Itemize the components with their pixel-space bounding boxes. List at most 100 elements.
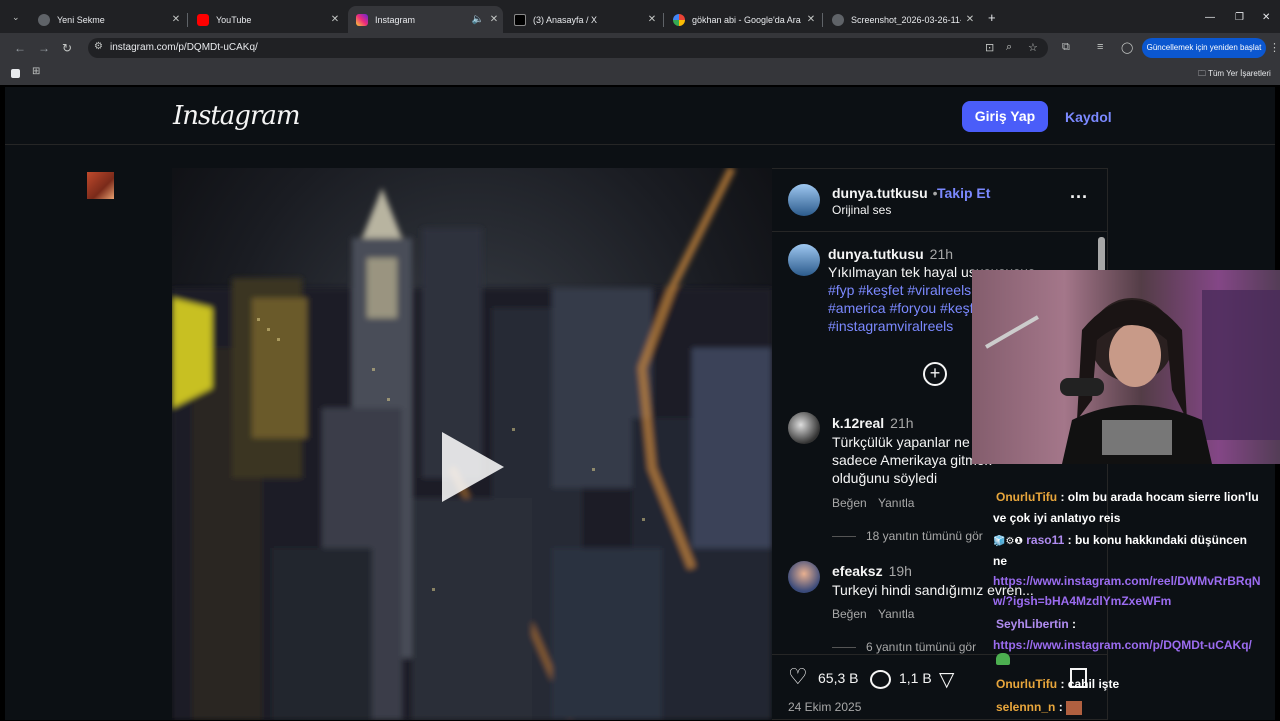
author-username-text: dunya.tutkusu: [832, 185, 928, 201]
comment-time: 19h: [888, 563, 912, 579]
close-icon[interactable]: ✕: [326, 14, 344, 25]
chat-link[interactable]: https://www.instagram.com/p/DQMDt-uCAKq/: [993, 635, 1252, 655]
emote-icon: [1066, 700, 1083, 715]
minimize-icon[interactable]: —: [1205, 12, 1215, 23]
comment-reply-button[interactable]: Yanıtla: [878, 607, 914, 621]
chat-text: ne: [993, 554, 1008, 568]
profile-icon[interactable]: ◯: [1121, 41, 1133, 54]
load-more-comments-icon[interactable]: +: [923, 362, 947, 386]
chat-message: 🧊⚙❶ raso11 : bu konu hakkındaki düşüncen: [993, 530, 1247, 552]
chat-link[interactable]: https://www.instagram.com/reel/DWMvRrBRq…: [993, 571, 1261, 591]
tab-new-tab[interactable]: Yeni Sekme ✕: [30, 9, 185, 30]
stream-chat: OnurluTifu : olm bu arada hocam sierre l…: [972, 465, 1280, 720]
commenter-avatar[interactable]: [788, 412, 820, 444]
comment-text: sadece Amerikaya gitmek: [832, 452, 992, 468]
chrome-icon: [38, 13, 50, 26]
chat-message: OnurluTifu : cahil işte: [996, 674, 1119, 694]
login-button[interactable]: Giriş Yap: [962, 101, 1048, 132]
close-icon[interactable]: ✕: [643, 14, 661, 25]
comment-like-button[interactable]: Beğen: [832, 496, 867, 510]
forward-icon[interactable]: →: [38, 41, 50, 55]
chat-username: SeyhLibertin: [996, 617, 1069, 631]
chat-text: : bu konu hakkındaki düşüncen: [1067, 533, 1247, 547]
apps-grid-icon[interactable]: ⊞: [32, 66, 40, 77]
view-replies-button[interactable]: 18 yanıtın tümünü gör: [866, 529, 983, 543]
update-button[interactable]: Güncellemek için yeniden başlat: [1142, 38, 1266, 58]
hashtags-line-3[interactable]: #instagramviralreels: [828, 317, 953, 335]
caption-username-text: dunya.tutkusu: [828, 246, 924, 262]
comment-username[interactable]: k.12real 21h: [832, 415, 914, 431]
comment-text: olduğunu söyledi: [832, 470, 938, 486]
signup-link[interactable]: Kaydol: [1065, 109, 1112, 125]
more-options-icon[interactable]: ···: [1070, 187, 1088, 208]
bookmarks-bar: ⊞ 🗀 Tüm Yer İşaretleri: [0, 63, 1280, 85]
tab-screenshot[interactable]: Screenshot_2026-03-26-11-20 ✕: [824, 9, 979, 30]
close-window-icon[interactable]: ✕: [1262, 12, 1270, 23]
chat-text: :: [1072, 617, 1077, 631]
comment-username-text: efeaksz: [832, 563, 883, 579]
chat-text: : olm bu arada hocam sierre lion'lu: [1060, 490, 1259, 504]
like-count[interactable]: 65,3 B: [818, 670, 858, 686]
menu-icon[interactable]: ⋮: [1269, 41, 1280, 54]
post-date: 24 Ekim 2025: [788, 700, 862, 714]
back-icon[interactable]: ←: [14, 41, 26, 55]
chat-username: OnurluTifu: [996, 490, 1058, 504]
caption-avatar[interactable]: [788, 244, 820, 276]
close-icon[interactable]: ✕: [802, 14, 820, 25]
new-tab-icon[interactable]: +: [988, 10, 996, 25]
hashtags-line-2[interactable]: #america #foryou #keşfet: [828, 299, 985, 317]
close-icon[interactable]: ✕: [167, 14, 185, 25]
tab-google[interactable]: gökhan abi - Google'da Ara ✕: [665, 9, 820, 30]
streamer-webcam: [972, 270, 1280, 464]
media-icon[interactable]: ≡: [1097, 41, 1103, 53]
chat-message: selennn_n :: [996, 697, 1083, 717]
tab-youtube[interactable]: YouTube ✕: [189, 9, 344, 30]
tab-title: Yeni Sekme: [57, 14, 105, 25]
tab-search-chevron-icon[interactable]: ⌄: [12, 12, 20, 23]
bookmark-star-icon[interactable]: ☆: [1028, 41, 1038, 54]
follow-button[interactable]: Takip Et: [937, 185, 990, 201]
replies-divider: [832, 536, 856, 537]
speaker-icon[interactable]: 🔈: [471, 14, 485, 25]
heart-icon[interactable]: ♡: [788, 664, 808, 690]
share-icon[interactable]: ▽: [939, 667, 954, 692]
comment-count[interactable]: 1,1 B: [899, 670, 932, 686]
close-icon[interactable]: ✕: [485, 14, 503, 25]
address-bar[interactable]: ⚙ instagram.com/p/DQMDt-uCAKq/ ⊡ ⌕ ☆: [88, 38, 1048, 58]
tab-x[interactable]: (3) Anasayfa / X ✕: [506, 9, 661, 30]
site-info-icon[interactable]: ⚙: [94, 41, 103, 52]
commenter-avatar[interactable]: [788, 561, 820, 593]
comment-reply-button[interactable]: Yanıtla: [878, 496, 914, 510]
reload-icon[interactable]: ↻: [62, 41, 72, 55]
comments-scrollbar[interactable]: [1098, 237, 1105, 273]
chat-badges-icon: 🧊⚙❶: [993, 536, 1023, 547]
page-icon[interactable]: [11, 69, 20, 78]
play-icon[interactable]: [442, 432, 504, 502]
url-text: instagram.com/p/DQMDt-uCAKq/: [110, 42, 258, 53]
install-icon[interactable]: ⊡: [985, 41, 994, 54]
caption-username[interactable]: dunya.tutkusu 21h: [828, 246, 953, 262]
comment-username[interactable]: efeaksz 19h: [832, 563, 912, 579]
comment-like-button[interactable]: Beğen: [832, 607, 867, 621]
video-player[interactable]: [172, 168, 772, 720]
author-username[interactable]: dunya.tutkusu •: [832, 185, 943, 201]
tab-instagram[interactable]: Instagram 🔈 ✕: [348, 6, 503, 33]
author-avatar[interactable]: [788, 184, 820, 216]
chat-text: : cahil işte: [1060, 677, 1120, 691]
globe-icon: [832, 13, 844, 26]
extensions-icon[interactable]: ⧉: [1062, 41, 1070, 54]
emoji-avatar: [87, 172, 114, 199]
comment-icon[interactable]: [870, 670, 891, 689]
zoom-icon[interactable]: ⌕: [1006, 41, 1012, 54]
maximize-icon[interactable]: ❐: [1235, 12, 1244, 23]
close-icon[interactable]: ✕: [961, 14, 979, 25]
view-replies-button[interactable]: 6 yanıtın tümünü gör: [866, 640, 976, 654]
all-bookmarks[interactable]: 🗀 Tüm Yer İşaretleri: [1198, 68, 1271, 82]
instagram-logo[interactable]: Instagram: [173, 101, 301, 131]
tab-title: (3) Anasayfa / X: [533, 14, 598, 25]
comment-username-text: k.12real: [832, 415, 885, 431]
audio-label[interactable]: Orijinal ses: [832, 203, 891, 217]
all-bookmarks-label: Tüm Yer İşaretleri: [1208, 69, 1271, 78]
hashtags-line-1[interactable]: #fyp #keşfet #viralreels: [828, 281, 971, 299]
chat-link[interactable]: w/?igsh=bHA4MzdlYmZxeWFm: [993, 591, 1171, 611]
